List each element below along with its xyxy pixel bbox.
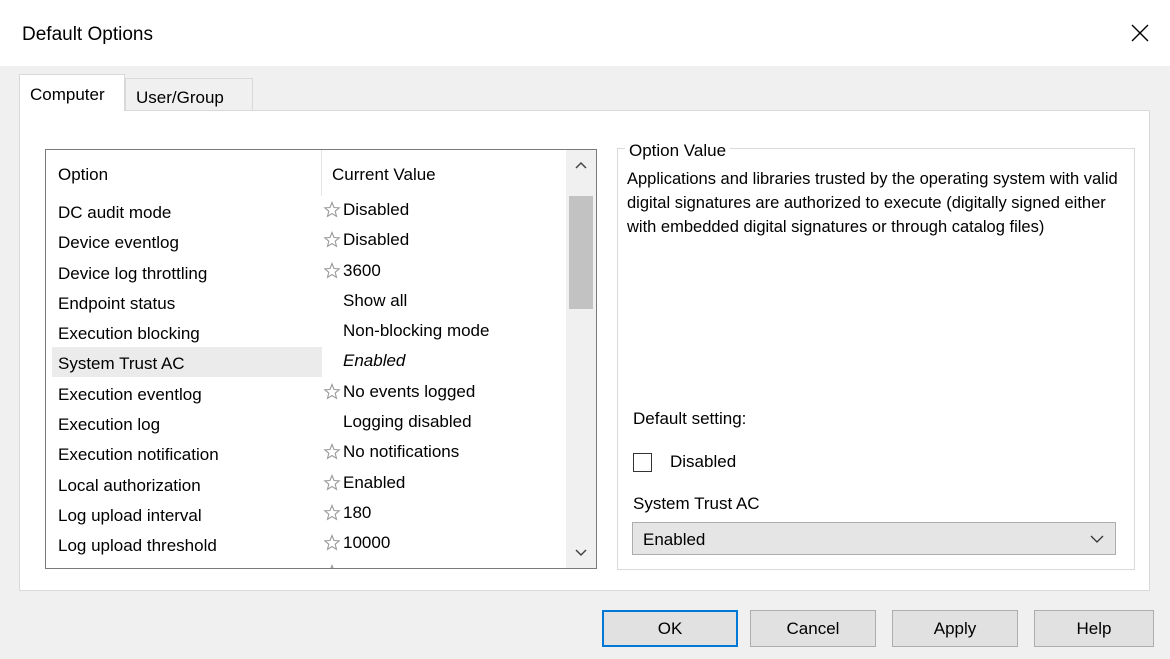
option-current-value: No events logged: [323, 382, 475, 402]
list-item[interactable]: Device eventlog Disabled: [46, 226, 566, 256]
apply-button[interactable]: Apply: [892, 610, 1018, 647]
tab-panel-computer: Option Current Value DC audit mode Disabl…: [19, 110, 1150, 591]
option-name: Log upload interval: [58, 505, 202, 525]
option-name: System Trust AC: [58, 354, 185, 374]
close-button[interactable]: [1110, 0, 1170, 66]
star-icon: [323, 443, 343, 461]
star-icon: [323, 231, 343, 249]
help-button[interactable]: Help: [1034, 610, 1154, 647]
list-item[interactable]: Endpoint status Show all: [46, 287, 566, 317]
list-item[interactable]: Log upload threshold 10000: [46, 529, 566, 559]
option-name: Log upload threshold: [58, 536, 217, 556]
column-header-current-value[interactable]: Current Value: [332, 165, 436, 185]
close-icon: [1131, 24, 1149, 42]
option-current-value: Show all: [323, 291, 407, 311]
column-divider[interactable]: [321, 150, 322, 196]
option-name: Execution blocking: [58, 324, 200, 344]
list-item[interactable]: System Trust AC Enabled: [46, 347, 566, 378]
list-item[interactable]: DC audit mode Disabled: [46, 196, 566, 226]
option-name: DC audit mode: [58, 203, 172, 222]
chevron-down-icon: [575, 549, 587, 557]
option-current-value: 180: [323, 503, 371, 523]
star-icon: [323, 201, 343, 219]
select-label: System Trust AC: [633, 494, 760, 513]
option-current-value: 3600: [323, 261, 381, 281]
scroll-down-button[interactable]: [566, 538, 596, 568]
scroll-thumb[interactable]: [569, 196, 593, 309]
checkbox-label: Disabled: [670, 452, 737, 471]
option-current-value: Enabled: [323, 351, 405, 371]
options-list[interactable]: Option Current Value DC audit mode Disabl…: [45, 149, 597, 569]
value-text: 3600: [343, 260, 381, 280]
checkbox-box[interactable]: [633, 452, 652, 472]
option-current-value: [323, 563, 343, 568]
list-item[interactable]: Execution blocking Non-blocking mode: [46, 317, 566, 347]
option-value-legend: Option Value: [625, 141, 731, 161]
column-header-option[interactable]: Option: [58, 165, 108, 185]
tab-computer[interactable]: Computer: [19, 74, 125, 111]
chevron-down-icon: [1090, 535, 1104, 543]
option-name: Endpoint status: [58, 293, 176, 313]
value-spacer: [323, 413, 343, 431]
select-value: Enabled: [643, 530, 706, 549]
value-text: 180: [343, 502, 372, 522]
list-item[interactable]: Execution log Logging disabled: [46, 408, 566, 438]
star-icon: [323, 382, 343, 401]
star-icon: [323, 261, 343, 280]
option-current-value: Disabled: [323, 200, 409, 220]
list-item[interactable]: [46, 560, 566, 568]
option-current-value: Non-blocking mode: [323, 321, 489, 341]
option-name: Execution eventlog: [58, 384, 202, 404]
value-text: Enabled: [343, 351, 406, 371]
option-current-value: Disabled: [323, 230, 409, 250]
option-name: Local authorization: [58, 475, 201, 495]
list-item[interactable]: Device log throttling 3600: [46, 257, 566, 287]
option-name: Device log throttling: [58, 263, 208, 283]
list-item[interactable]: Local authorization Enabled: [46, 469, 566, 499]
value-text: 10000: [343, 533, 391, 553]
star-icon: [323, 473, 343, 492]
value-text: Show all: [343, 290, 408, 310]
value-spacer: [323, 352, 343, 370]
ok-button[interactable]: OK: [602, 610, 738, 647]
value-text: Disabled: [343, 230, 410, 250]
option-current-value: 10000: [323, 533, 390, 553]
value-spacer: [323, 292, 343, 310]
option-current-value: Logging disabled: [323, 412, 472, 432]
tab-user-group[interactable]: User/Group: [125, 78, 253, 111]
title-bar: Default Options: [0, 0, 1170, 66]
value-text: Non-blocking mode: [343, 321, 490, 341]
star-icon: [323, 534, 343, 552]
option-name: Execution notification: [58, 445, 219, 465]
value-text: No notifications: [343, 442, 460, 462]
value-text: Logging disabled: [343, 412, 472, 432]
cancel-button[interactable]: Cancel: [750, 610, 876, 647]
value-text: No events logged: [343, 381, 476, 401]
list-item[interactable]: Execution eventlog No events logged: [46, 378, 566, 408]
vertical-scrollbar[interactable]: [566, 150, 596, 568]
list-rows: DC audit mode Disabled Device eventlog Disa…: [46, 196, 566, 568]
system-trust-select[interactable]: Enabled: [632, 522, 1116, 555]
disabled-checkbox[interactable]: Disabled: [633, 452, 736, 472]
value-text: Disabled: [343, 200, 410, 219]
option-name: Execution log: [58, 415, 161, 435]
list-item[interactable]: Execution notification No notifications: [46, 438, 566, 468]
option-current-value: No notifications: [323, 442, 459, 462]
star-icon: [323, 503, 343, 522]
option-description: Applications and libraries trusted by th…: [627, 170, 1118, 236]
option-name: Device eventlog: [58, 233, 179, 253]
value-spacer: [323, 322, 343, 340]
option-current-value: Enabled: [323, 473, 405, 493]
list-item[interactable]: Log upload interval 180: [46, 499, 566, 529]
value-text: Enabled: [343, 472, 406, 492]
window-title: Default Options: [22, 24, 153, 45]
star-icon: [323, 563, 343, 568]
chevron-up-icon: [575, 161, 587, 169]
scroll-up-button[interactable]: [566, 150, 596, 180]
list-header: Option Current Value: [46, 150, 566, 196]
default-setting-label: Default setting:: [633, 409, 747, 428]
